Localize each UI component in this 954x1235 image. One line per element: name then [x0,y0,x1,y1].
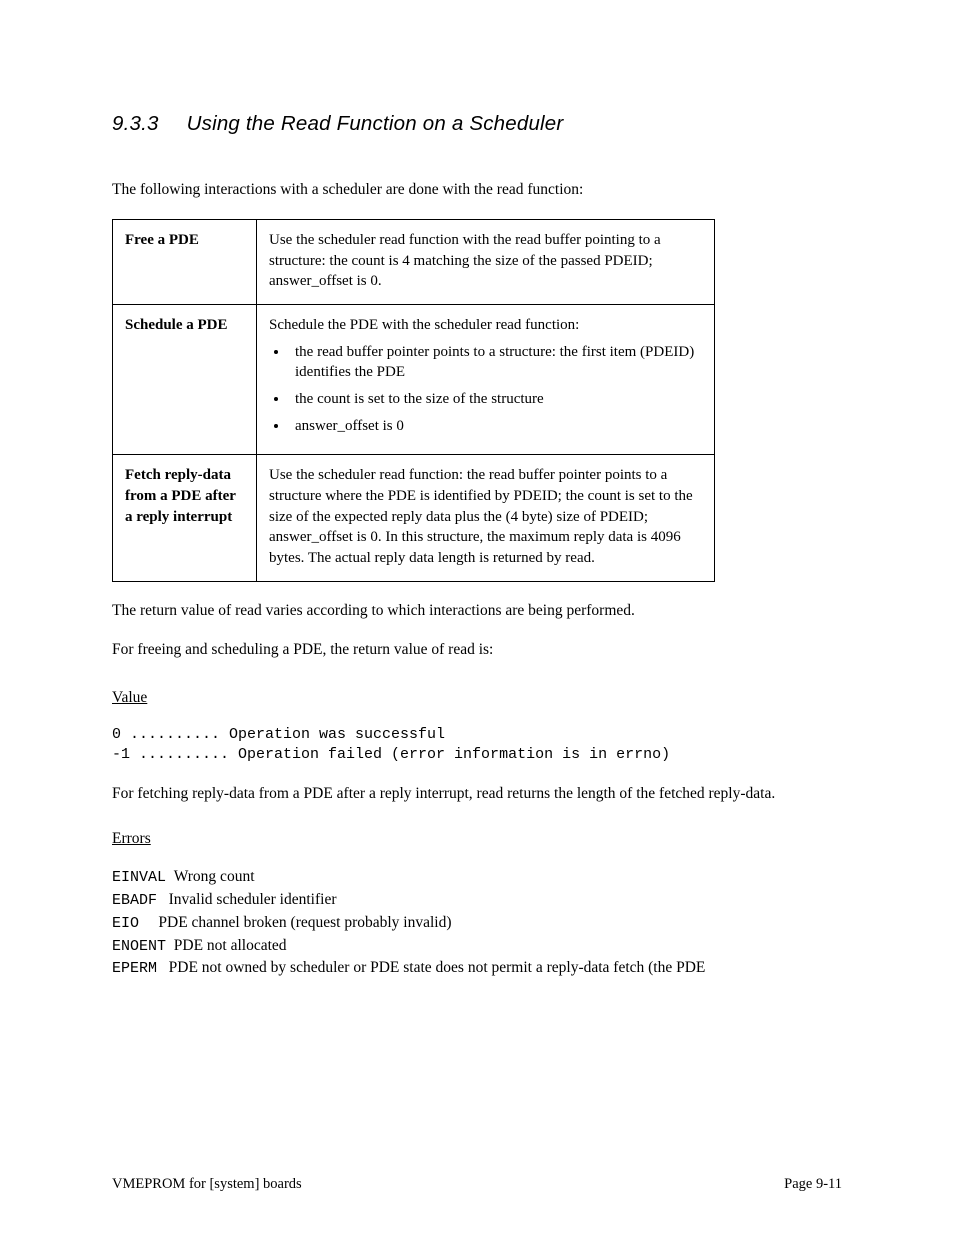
paragraph: For freeing and scheduling a PDE, the re… [112,639,842,660]
page: 9.3.3 Using the Read Function on a Sched… [0,0,954,1235]
value-lines: 0 .......... Operation was successful -1… [112,725,842,766]
section-title: Using the Read Function on a Scheduler [187,112,564,136]
intro-paragraph: The following interactions with a schedu… [112,180,842,201]
bullet-item: answer_offset is 0 [289,416,702,437]
error-line: ENOENT PDE not allocated [112,935,842,958]
value-block: Value 0 .......... Operation was success… [112,689,842,766]
section-number: 9.3.3 [112,112,159,136]
page-footer: VMEPROM for [system] boards Page 9-11 [112,1176,842,1193]
errors-label: Errors [112,830,151,847]
row-desc: Use the scheduler read function: the rea… [257,455,715,581]
row-label: Schedule a PDE [113,304,257,454]
footer-right: Page 9-11 [784,1176,842,1193]
bullet-item: the count is set to the size of the stru… [289,389,702,410]
error-line: EIO PDE channel broken (request probably… [112,912,842,935]
table-row: Schedule a PDE Schedule the PDE with the… [113,304,715,454]
paragraph: For fetching reply-data from a PDE after… [112,783,842,804]
footer-left: VMEPROM for [system] boards [112,1176,302,1193]
interaction-table: Free a PDE Use the scheduler read functi… [112,219,715,582]
bullet-item: the read buffer pointer points to a stru… [289,342,702,383]
section-heading: 9.3.3 Using the Read Function on a Sched… [112,112,842,136]
row-desc: Schedule the PDE with the scheduler read… [257,304,715,454]
error-line: EPERM PDE not owned by scheduler or PDE … [112,957,842,980]
row-lead: Schedule the PDE with the scheduler read… [269,315,702,336]
table-row: Fetch reply-data from a PDE after a repl… [113,455,715,581]
errors-block: Errors EINVAL Wrong count EBADF Invalid … [112,830,842,980]
table-row: Free a PDE Use the scheduler read functi… [113,219,715,304]
row-label: Free a PDE [113,219,257,304]
paragraph: The return value of read varies accordin… [112,600,842,621]
bullet-list: the read buffer pointer points to a stru… [269,342,702,437]
value-label: Value [112,689,147,706]
error-line: EBADF Invalid scheduler identifier [112,889,842,912]
errors-list: EINVAL Wrong count EBADF Invalid schedul… [112,866,842,980]
row-desc: Use the scheduler read function with the… [257,219,715,304]
row-label: Fetch reply-data from a PDE after a repl… [113,455,257,581]
error-line: EINVAL Wrong count [112,866,842,889]
